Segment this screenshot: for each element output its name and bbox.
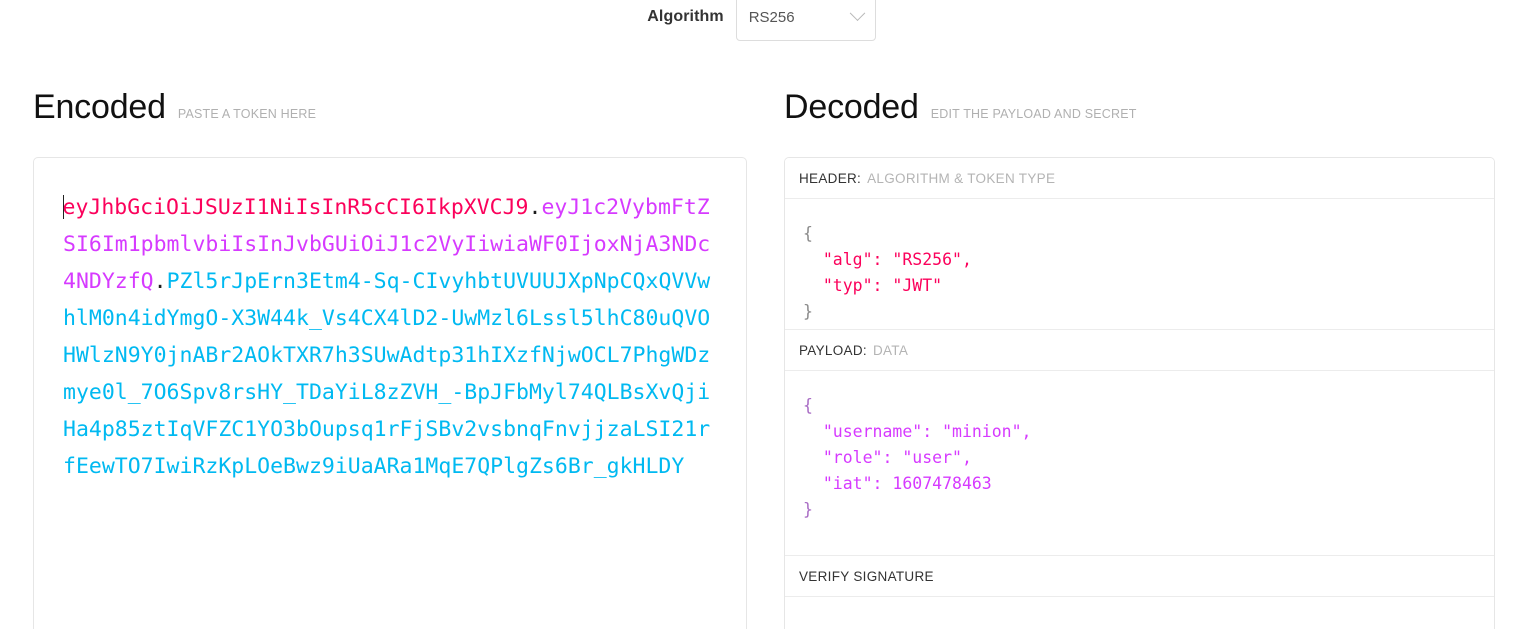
token-signature-segment: PZl5rJpErn3Etm4-Sq-CIvyhbtUVUUJXpNpCQxQV… bbox=[63, 269, 711, 479]
algorithm-row: Algorithm RS256 bbox=[0, 0, 1523, 41]
jwt-debugger-page: Algorithm RS256 Encoded PASTE A TOKEN HE… bbox=[0, 0, 1523, 629]
token-header-segment: eyJhbGciOiJSUzI1NiIsInR5cCI6IkpXVCJ9 bbox=[62, 195, 529, 220]
payload-section-label: PAYLOAD: DATA bbox=[785, 330, 1494, 371]
payload-open-brace: { bbox=[803, 396, 813, 415]
header-json-line: "alg": "RS256", bbox=[803, 250, 972, 269]
header-json-editor[interactable]: { "alg": "RS256", "typ": "JWT" } bbox=[785, 199, 1494, 330]
encoded-token-input[interactable]: eyJhbGciOiJSUzI1NiIsInR5cCI6IkpXVCJ9.eyJ… bbox=[33, 157, 747, 629]
chevron-down-icon bbox=[849, 4, 865, 21]
payload-json-editor[interactable]: { "username": "minion", "role": "user", … bbox=[785, 371, 1494, 556]
encoded-column-header: Encoded PASTE A TOKEN HERE bbox=[33, 86, 316, 128]
header-open-brace: { bbox=[803, 224, 813, 243]
verify-label-text: VERIFY SIGNATURE bbox=[799, 568, 934, 584]
encoded-subtitle: PASTE A TOKEN HERE bbox=[177, 107, 317, 121]
payload-json-line: "username": "minion", bbox=[803, 422, 1032, 441]
payload-label-text: PAYLOAD: bbox=[799, 342, 867, 358]
algorithm-label: Algorithm bbox=[647, 8, 724, 25]
encoded-title: Encoded bbox=[33, 88, 166, 126]
header-json-line: "typ": "JWT" bbox=[803, 276, 943, 295]
decoded-title: Decoded bbox=[784, 88, 919, 126]
token-separator-2: . bbox=[153, 269, 167, 294]
payload-close-brace: } bbox=[803, 500, 813, 519]
header-label-text: HEADER: bbox=[799, 170, 862, 186]
token-text[interactable]: eyJhbGciOiJSUzI1NiIsInR5cCI6IkpXVCJ9.eyJ… bbox=[63, 189, 718, 485]
token-separator-1: . bbox=[528, 195, 542, 220]
algorithm-select[interactable]: RS256 bbox=[735, 0, 876, 41]
verify-signature-label: VERIFY SIGNATURE bbox=[785, 556, 1494, 597]
header-section-label: HEADER: ALGORITHM & TOKEN TYPE bbox=[785, 158, 1494, 199]
header-close-brace: } bbox=[803, 302, 813, 321]
decoded-column-header: Decoded EDIT THE PAYLOAD AND SECRET bbox=[784, 86, 1137, 128]
payload-sublabel-text: DATA bbox=[872, 342, 909, 358]
decoded-panel: HEADER: ALGORITHM & TOKEN TYPE { "alg": … bbox=[784, 157, 1495, 629]
payload-json-line: "iat": 1607478463 bbox=[803, 474, 992, 493]
algorithm-selected-value: RS256 bbox=[748, 8, 795, 26]
payload-json-line: "role": "user", bbox=[803, 448, 972, 467]
decoded-subtitle: EDIT THE PAYLOAD AND SECRET bbox=[930, 107, 1137, 121]
header-sublabel-text: ALGORITHM & TOKEN TYPE bbox=[867, 170, 1056, 186]
